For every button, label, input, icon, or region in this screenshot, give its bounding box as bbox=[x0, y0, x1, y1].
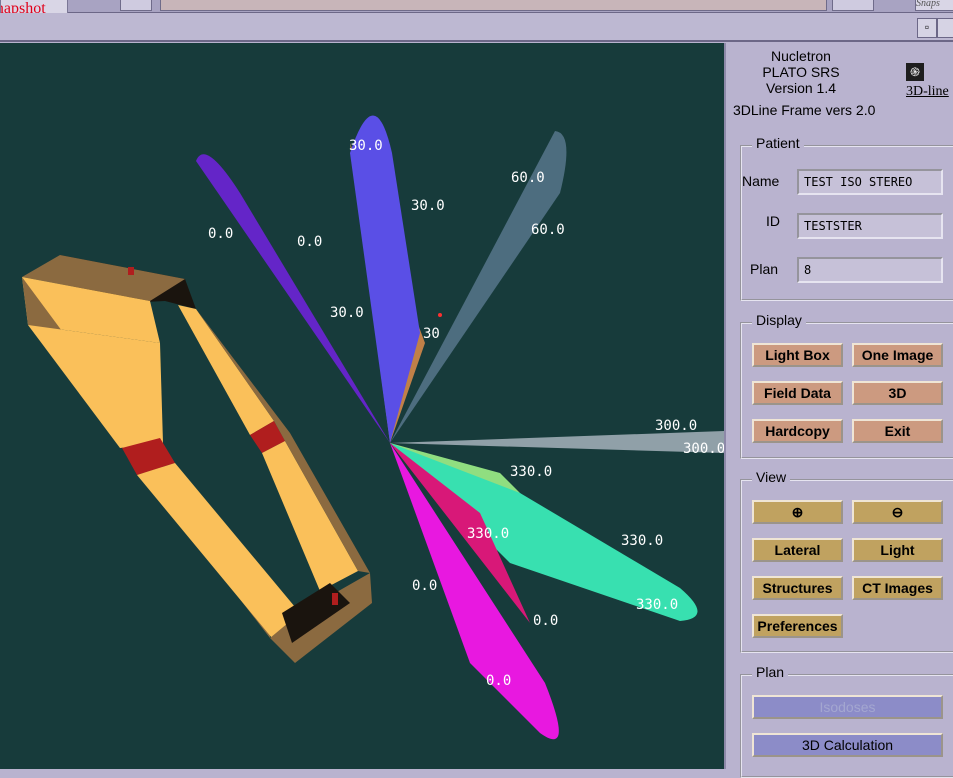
beam-label: 30.0 bbox=[411, 198, 445, 214]
id-label: ID bbox=[766, 213, 780, 229]
frame-left-bar-upper bbox=[28, 325, 163, 448]
zoom-in-button[interactable]: ⊕ bbox=[752, 500, 843, 524]
product-name: PLATO SRS bbox=[762, 64, 840, 80]
ct-images-button[interactable]: CT Images bbox=[852, 576, 943, 600]
field-data-button[interactable]: Field Data bbox=[752, 381, 843, 405]
patient-id-field[interactable]: TESTSTER bbox=[797, 213, 943, 239]
display-group-title: Display bbox=[752, 312, 806, 328]
beam-label: 60.0 bbox=[511, 170, 545, 186]
beam-label: 330.0 bbox=[636, 597, 678, 613]
beam-label: 330.0 bbox=[510, 464, 552, 480]
view-group: View ⊕ ⊖ Lateral Light Structures CT Ima… bbox=[740, 469, 953, 653]
zoom-out-icon: ⊖ bbox=[891, 504, 904, 520]
structures-button[interactable]: Structures bbox=[752, 576, 843, 600]
zoom-in-icon: ⊕ bbox=[791, 504, 804, 520]
beam-label: 0.0 bbox=[297, 234, 322, 250]
menu-bar bbox=[0, 13, 953, 42]
toolbar-field[interactable] bbox=[160, 0, 827, 11]
3d-viewport[interactable]: 0.0 0.0 30.0 30.0 30.0 30 60.0 60.0 300.… bbox=[0, 43, 724, 769]
name-label: Name bbox=[742, 173, 780, 189]
beam-label: 0.0 bbox=[412, 578, 437, 594]
beam-label: 0.0 bbox=[533, 613, 558, 629]
preferences-button[interactable]: Preferences bbox=[752, 614, 843, 638]
3d-calculation-button[interactable]: 3D Calculation bbox=[752, 733, 943, 757]
plan-number-field[interactable]: 8 bbox=[797, 257, 943, 283]
plan-label: Plan bbox=[750, 261, 779, 277]
lateral-button[interactable]: Lateral bbox=[752, 538, 843, 562]
snaps-tab[interactable]: Snaps bbox=[915, 0, 953, 11]
frame-right-bar-upper bbox=[178, 305, 274, 435]
patient-group: Patient Name TEST ISO STEREO ID TESTSTER… bbox=[740, 135, 953, 301]
3dline-link[interactable]: 3D-line bbox=[906, 84, 949, 100]
beam-label: 30.0 bbox=[330, 305, 364, 321]
beam-label: 30.0 bbox=[349, 138, 383, 154]
beam-label: 30 bbox=[423, 326, 440, 342]
app-name: Nucletron bbox=[771, 48, 831, 64]
patient-group-title: Patient bbox=[752, 135, 804, 151]
toolbar-icon-button[interactable] bbox=[832, 0, 874, 11]
window-control-button[interactable]: ▫ bbox=[917, 18, 937, 38]
control-panel: Nucletron PLATO SRS Version 1.4 ֍ 3D-lin… bbox=[724, 43, 953, 778]
frame-marker-bottom bbox=[332, 593, 338, 605]
frame-version: 3DLine Frame vers 2.0 bbox=[733, 102, 876, 118]
version-text: Version 1.4 bbox=[765, 80, 837, 96]
window-control-button-2[interactable] bbox=[937, 18, 953, 38]
stereotactic-frame bbox=[22, 255, 372, 663]
isodoses-button[interactable]: Isodoses bbox=[752, 695, 943, 719]
beam-scene: 0.0 0.0 30.0 30.0 30.0 30 60.0 60.0 300.… bbox=[22, 115, 724, 740]
hardcopy-button[interactable]: Hardcopy bbox=[752, 419, 843, 443]
3dline-logo-icon: ֍ bbox=[906, 63, 924, 81]
zoom-out-button[interactable]: ⊖ bbox=[852, 500, 943, 524]
frame-marker-top bbox=[128, 267, 134, 275]
app-header: Nucletron PLATO SRS Version 1.4 bbox=[726, 48, 876, 96]
beam-grey-300 bbox=[390, 431, 724, 453]
frame-left-bar-lower bbox=[137, 463, 300, 638]
plan-group: Plan Isodoses 3D Calculation bbox=[740, 664, 953, 778]
beam-label: 300.0 bbox=[655, 418, 697, 434]
display-group: Display Light Box One Image Field Data 3… bbox=[740, 312, 953, 459]
isocenter-marker bbox=[438, 313, 442, 317]
light-box-button[interactable]: Light Box bbox=[752, 343, 843, 367]
frame-right-bar-lower bbox=[262, 441, 358, 591]
beam-label: 300.0 bbox=[683, 441, 724, 457]
3d-button[interactable]: 3D bbox=[852, 381, 943, 405]
beam-label: 60.0 bbox=[531, 222, 565, 238]
toolbar-tool-button[interactable] bbox=[120, 0, 152, 11]
beam-label: 330.0 bbox=[621, 533, 663, 549]
one-image-button[interactable]: One Image bbox=[852, 343, 943, 367]
exit-button[interactable]: Exit bbox=[852, 419, 943, 443]
plan-group-title: Plan bbox=[752, 664, 789, 680]
view-group-title: View bbox=[752, 469, 791, 485]
patient-name-field[interactable]: TEST ISO STEREO bbox=[797, 169, 943, 195]
beam-label: 0.0 bbox=[208, 226, 233, 242]
beam-label: 330.0 bbox=[467, 526, 509, 542]
beam-label: 0.0 bbox=[486, 673, 511, 689]
light-button[interactable]: Light bbox=[852, 538, 943, 562]
